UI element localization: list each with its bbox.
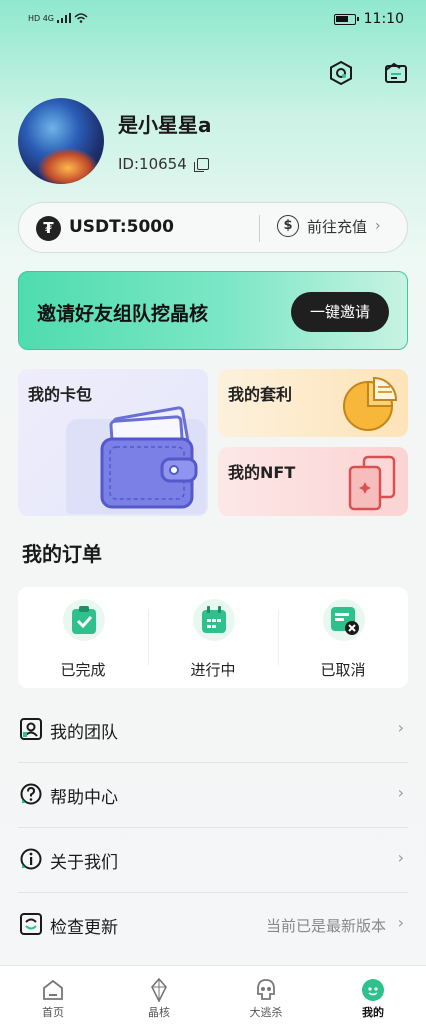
arbitrage-card[interactable]: 我的套利 — [218, 369, 408, 437]
chevron-right-icon: › — [397, 783, 404, 802]
chevron-right-icon: › — [397, 913, 404, 932]
wallet-card[interactable]: 我的卡包 — [18, 369, 208, 516]
clock: 11:10 — [363, 11, 404, 27]
nav-label: 首页 — [42, 1006, 64, 1019]
avatar[interactable] — [18, 98, 104, 184]
bottom-nav: 首页 晶核 大逃杀 我的 — [0, 965, 426, 1024]
invite-text: 邀请好友组队挖晶核 — [37, 303, 209, 325]
balance-bar: ₮ USDT:5000 $ 前往充值 › — [18, 202, 408, 253]
balance-label: USDT:5000 — [69, 217, 174, 237]
version-status: 当前已是最新版本 — [265, 917, 386, 935]
network-label: HD 4G — [28, 13, 55, 23]
nft-card[interactable]: 我的NFT — [218, 447, 408, 516]
chevron-right-icon: › — [397, 718, 404, 737]
menu-item-label: 关于我们 — [50, 853, 118, 873]
order-cancelled[interactable]: 已取消 — [278, 587, 408, 688]
nav-profile[interactable]: 我的 — [320, 972, 426, 1020]
invite-banner[interactable]: 邀请好友组队挖晶核 一键邀请 — [18, 271, 408, 350]
copy-icon[interactable] — [193, 158, 209, 172]
nav-label: 大逃杀 — [249, 1006, 283, 1019]
help-icon — [20, 783, 42, 805]
menu-item-update[interactable]: 检查更新 当前已是最新版本 › — [18, 893, 408, 957]
order-completed[interactable]: 已完成 — [18, 587, 148, 688]
menu-item-help[interactable]: 帮助中心 › — [18, 763, 408, 827]
user-id: ID:10654 — [118, 155, 209, 173]
recharge-button[interactable]: $ 前往充值 › — [277, 215, 381, 237]
orders-panel: 已完成 进行中 已取消 — [18, 587, 408, 688]
recharge-label: 前往充值 — [307, 217, 368, 236]
order-cancelled-label: 已取消 — [320, 661, 366, 679]
update-icon — [20, 913, 42, 935]
signal-icon — [57, 13, 72, 23]
order-in-progress-label: 进行中 — [190, 661, 236, 679]
menu-item-label: 检查更新 — [50, 918, 118, 938]
nav-label: 我的 — [362, 1006, 384, 1019]
nft-cards-icon — [348, 455, 396, 511]
cancel-doc-icon — [323, 599, 365, 641]
pie-chart-icon — [343, 376, 398, 431]
wifi-icon — [74, 13, 88, 23]
order-in-progress[interactable]: 进行中 — [148, 587, 278, 688]
skull-icon — [257, 979, 275, 1000]
status-bar: HD 4G 11:10 — [0, 0, 426, 40]
nav-label: 晶核 — [148, 1006, 170, 1019]
home-icon — [43, 979, 63, 1000]
invite-button[interactable]: 一键邀请 — [291, 292, 389, 332]
settings-hex-icon[interactable] — [328, 60, 354, 86]
calendar-icon — [193, 599, 235, 641]
nav-crystal[interactable]: 晶核 — [106, 972, 212, 1020]
team-icon — [20, 718, 42, 740]
info-icon — [20, 848, 42, 870]
chevron-right-icon: › — [375, 218, 381, 234]
menu-item-label: 帮助中心 — [50, 788, 118, 808]
dollar-icon: $ — [277, 215, 299, 237]
message-box-icon[interactable] — [383, 60, 409, 86]
order-completed-label: 已完成 — [60, 661, 106, 679]
network-indicator: HD 4G — [28, 13, 88, 23]
nav-battle-royale[interactable]: 大逃杀 — [213, 972, 319, 1020]
chevron-right-icon: › — [397, 848, 404, 867]
orders-title: 我的订单 — [22, 542, 102, 566]
nft-card-title: 我的NFT — [228, 463, 296, 482]
arbitrage-card-title: 我的套利 — [228, 385, 293, 404]
divider — [259, 215, 260, 242]
menu-item-label: 我的团队 — [50, 723, 118, 743]
clipboard-check-icon — [63, 599, 105, 641]
user-name: 是小星星a — [118, 113, 212, 137]
wallet-icon — [66, 406, 206, 514]
menu-item-team[interactable]: 我的团队 › — [18, 698, 408, 762]
battery-icon — [333, 13, 359, 25]
profile-icon — [362, 979, 384, 1001]
menu-item-about[interactable]: 关于我们 › — [18, 828, 408, 892]
nav-home[interactable]: 首页 — [0, 972, 106, 1020]
user-id-label: ID:10654 — [118, 155, 187, 173]
crystal-icon — [151, 978, 167, 1002]
tether-icon: ₮ — [36, 216, 61, 241]
